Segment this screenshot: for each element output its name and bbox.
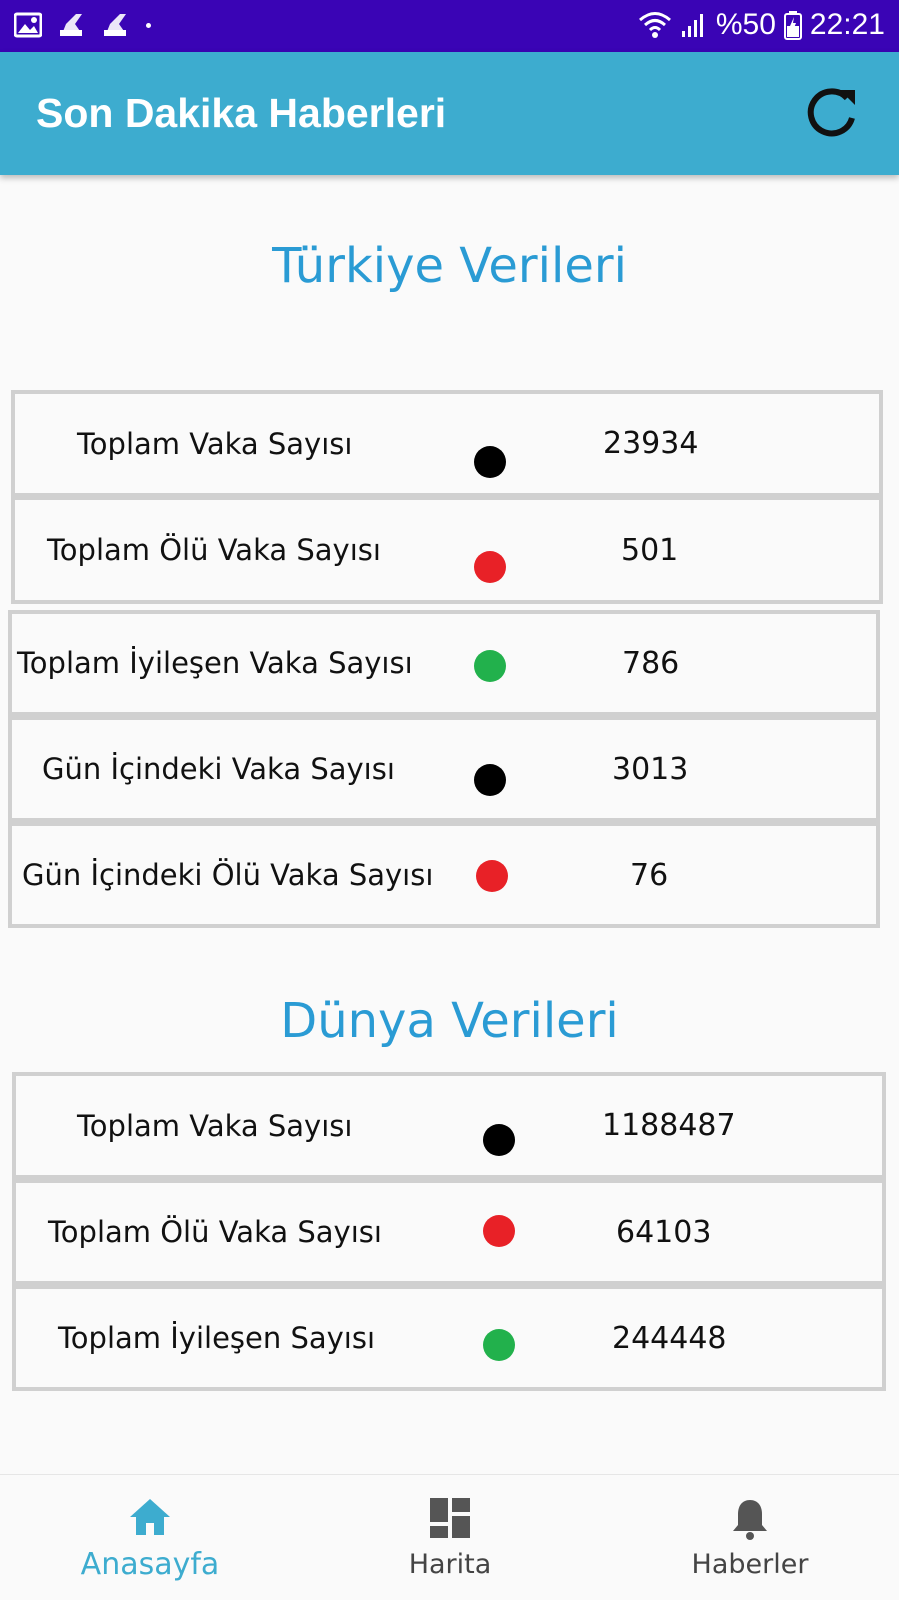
battery-percent: %50 xyxy=(715,8,776,41)
status-dot-icon xyxy=(483,1329,515,1361)
nav-item-harita[interactable]: Harita xyxy=(350,1475,550,1600)
stat-row-turkey-total-deaths: Toplam Ölü Vaka Sayısı 501 xyxy=(11,496,883,604)
stat-label: Gün İçindeki Vaka Sayısı xyxy=(42,752,395,786)
stat-label: Gün İçindeki Ölü Vaka Sayısı xyxy=(22,858,434,892)
stat-label: Toplam Vaka Sayısı xyxy=(77,426,353,461)
clock: 22:21 xyxy=(809,8,885,41)
nav-label: Haberler xyxy=(691,1549,809,1580)
cleaner-icon xyxy=(60,14,82,36)
battery-icon xyxy=(783,11,802,40)
cleaner-icon xyxy=(104,14,126,36)
stat-value: 64103 xyxy=(616,1214,712,1250)
status-dot-icon xyxy=(476,860,508,892)
nav-item-haberler[interactable]: Haberler xyxy=(650,1475,850,1600)
wifi-icon xyxy=(638,12,671,38)
signal-icon xyxy=(681,14,703,37)
stat-value: 786 xyxy=(622,645,680,681)
home-icon xyxy=(130,1499,170,1535)
status-bar: %50 22:21 xyxy=(0,0,899,52)
stat-label: Toplam İyileşen Sayısı xyxy=(58,1321,376,1355)
stat-row-turkey-daily-deaths: Gün İçindeki Ölü Vaka Sayısı 76 xyxy=(8,822,880,928)
app-title: Son Dakika Haberleri xyxy=(36,90,447,136)
stat-row-world-total-deaths: Toplam Ölü Vaka Sayısı 64103 xyxy=(12,1179,886,1285)
stat-row-turkey-total-cases: Toplam Vaka Sayısı 23934 xyxy=(11,390,883,497)
status-dot-icon xyxy=(483,1215,515,1247)
turkey-section-title: Türkiye Verileri xyxy=(272,238,627,294)
system-status: %50 22:21 xyxy=(638,8,885,42)
stat-label: Toplam İyileşen Vaka Sayısı xyxy=(17,646,413,680)
refresh-button[interactable] xyxy=(803,84,861,142)
nav-label: Harita xyxy=(408,1549,492,1580)
world-section-title: Dünya Verileri xyxy=(280,993,619,1049)
stat-value: 244448 xyxy=(612,1320,727,1356)
stat-label: Toplam Vaka Sayısı xyxy=(77,1108,353,1143)
bottom-navigation: Anasayfa Harita Haberler xyxy=(0,1474,899,1600)
status-dot-icon xyxy=(474,551,506,583)
dashboard-icon xyxy=(430,1498,470,1538)
stat-label: Toplam Ölü Vaka Sayısı xyxy=(48,1215,382,1249)
refresh-icon xyxy=(807,88,855,137)
status-dot-icon xyxy=(474,446,506,478)
gallery-icon xyxy=(14,12,42,38)
stat-value: 23934 xyxy=(603,426,699,461)
stat-label: Toplam Ölü Vaka Sayısı xyxy=(47,533,381,567)
app-bar: Son Dakika Haberleri xyxy=(0,52,899,175)
stat-value: 1188487 xyxy=(602,1108,736,1143)
bell-icon xyxy=(733,1500,767,1540)
stat-value: 76 xyxy=(630,857,669,893)
status-dot-icon xyxy=(483,1124,515,1156)
stat-row-world-total-cases: Toplam Vaka Sayısı 1188487 xyxy=(12,1072,886,1179)
status-dot-icon xyxy=(474,764,506,796)
nav-item-anasayfa[interactable]: Anasayfa xyxy=(50,1475,250,1600)
notification-icons xyxy=(14,12,151,38)
status-dot-icon xyxy=(474,650,506,682)
stat-row-world-recovered: Toplam İyileşen Sayısı 244448 xyxy=(12,1285,886,1391)
nav-label: Anasayfa xyxy=(80,1547,220,1582)
stat-row-turkey-daily-cases: Gün İçindeki Vaka Sayısı 3013 xyxy=(8,716,880,822)
stat-row-turkey-recovered: Toplam İyileşen Vaka Sayısı 786 xyxy=(8,610,880,716)
stat-value: 3013 xyxy=(612,751,689,787)
stat-value: 501 xyxy=(621,532,679,568)
more-notifications-dot xyxy=(146,22,151,28)
